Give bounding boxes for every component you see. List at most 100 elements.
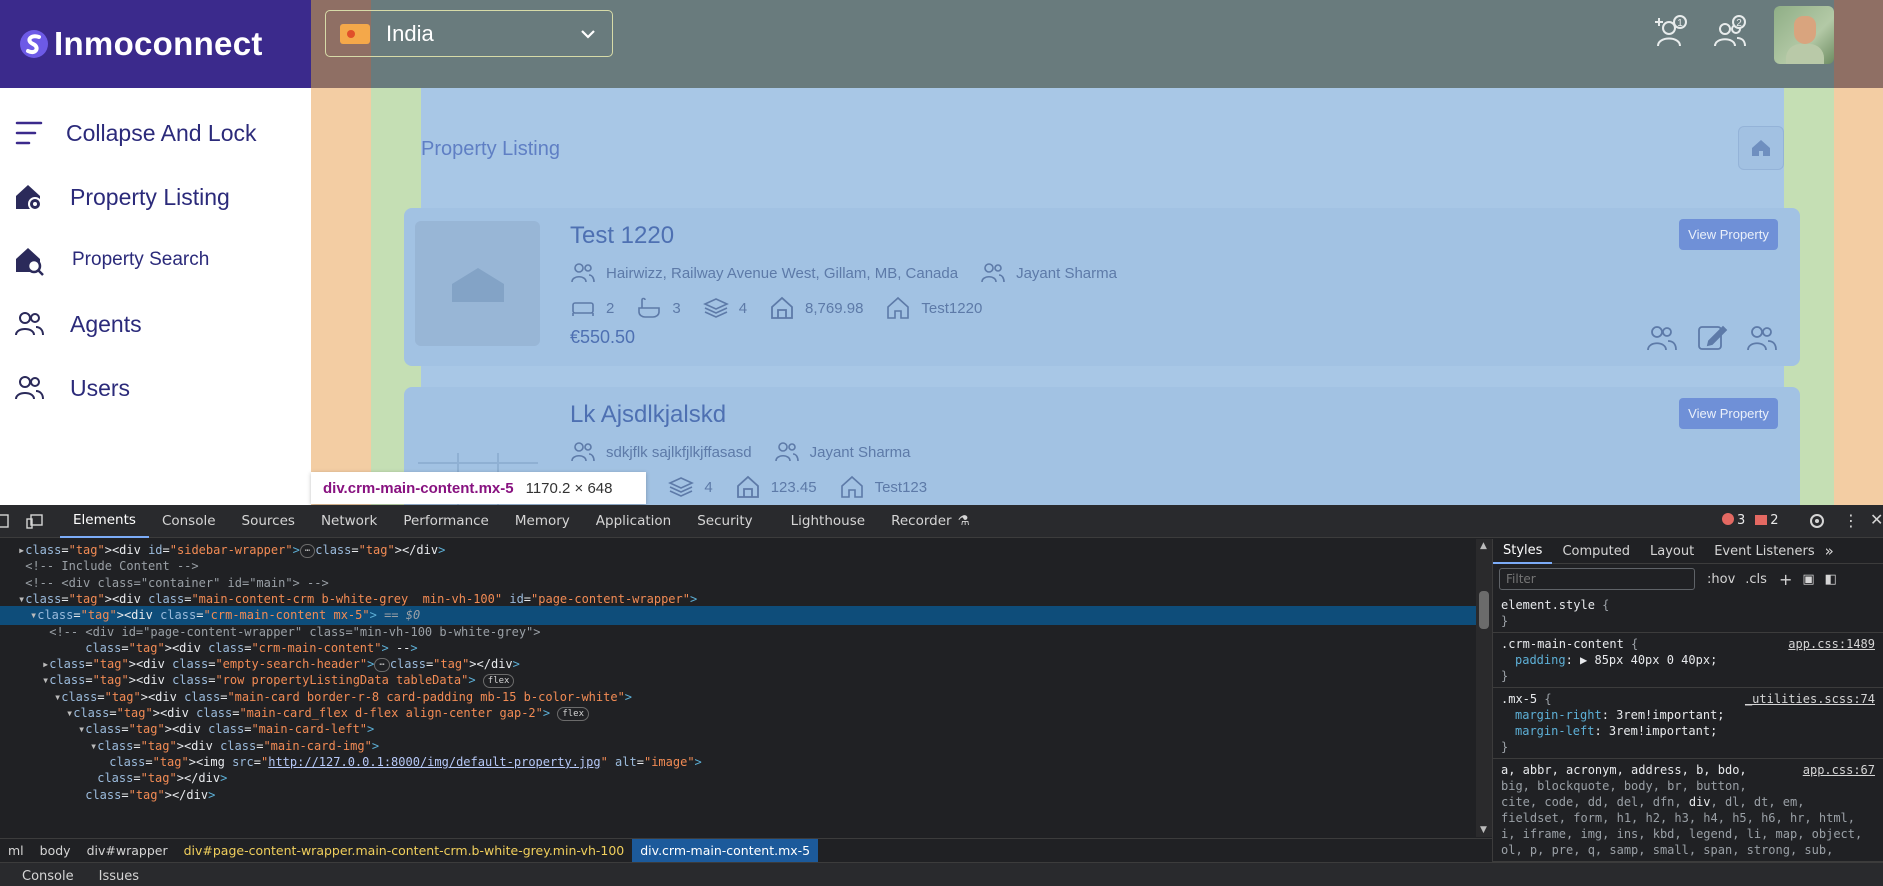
styles-filter-input[interactable] [1499, 568, 1695, 590]
cls-toggle[interactable]: .cls [1745, 572, 1767, 587]
brand-bar: Inmoconnect [0, 0, 311, 88]
property-floors: 4 [704, 478, 713, 496]
tab-recorder[interactable]: Recorder ⚗ [878, 505, 983, 538]
users-icon [571, 442, 595, 462]
house-gear-icon [12, 180, 46, 214]
breadcrumb-item[interactable]: ml [0, 839, 32, 863]
view-property-button[interactable]: View Property [1679, 398, 1778, 429]
hov-toggle[interactable]: :hov [1707, 572, 1735, 587]
house-placeholder-icon [451, 267, 504, 302]
tab-elements[interactable]: Elements [60, 505, 149, 538]
dom-tree: ▸class="tag"><div id="sidebar-wrapper"> ⋯… [0, 539, 1476, 837]
tab-memory[interactable]: Memory [502, 505, 583, 538]
close-icon[interactable]: ✕ [1870, 510, 1883, 529]
devtools-tab-bar: Elements Console Sources Network Perform… [0, 505, 1883, 538]
drawer-tab-console[interactable]: Console [0, 869, 85, 886]
tab-event-listeners[interactable]: Event Listeners [1704, 539, 1824, 564]
home-button[interactable] [1738, 126, 1784, 170]
tab-layout[interactable]: Layout [1640, 539, 1704, 564]
edit-icon[interactable] [1696, 322, 1728, 354]
tab-lighthouse[interactable]: Lighthouse [778, 505, 878, 538]
rule-source-link: _utilities.scss:74 [1744, 692, 1875, 706]
home-outline-icon [887, 296, 910, 319]
sidebar-item-users[interactable]: Users [0, 371, 130, 405]
settings-gear-icon[interactable] [1808, 512, 1826, 530]
dom-scrollbar[interactable]: ▲ ▼ [1476, 539, 1492, 837]
property-beds: 2 [606, 299, 615, 317]
bath-icon [638, 297, 661, 318]
add-user-badge: 1 [1677, 18, 1683, 29]
tab-sources[interactable]: Sources [229, 505, 308, 538]
agent-icon [981, 263, 1005, 283]
error-count: 3 [1722, 513, 1745, 528]
sidebar-item-label: Property Search [72, 249, 210, 270]
paint-icon[interactable]: ▣ [1802, 572, 1814, 587]
property-title: Lk Ajsdlkjalskd [570, 401, 727, 428]
tab-application[interactable]: Application [583, 505, 684, 538]
home-outline-icon [840, 475, 863, 498]
breadcrumb-item-selected[interactable]: div.crm-main-content.mx-5 [632, 838, 819, 863]
add-user-icon[interactable]: 1 [1652, 14, 1688, 50]
sidebar-item-collapse-lock[interactable]: Collapse And Lock [0, 116, 257, 150]
property-baths: 3 [672, 299, 681, 317]
device-toolbar-icon[interactable] [26, 512, 44, 530]
sidebar-toggle-icon[interactable]: ◧ [1825, 572, 1837, 587]
breadcrumb-item[interactable]: div#page-content-wrapper.main-content-cr… [176, 839, 633, 863]
highlight-margin-left [311, 88, 371, 505]
styles-pane: Styles Computed Layout Event Listeners »… [1492, 539, 1883, 862]
users-badge: 2 [1736, 18, 1742, 29]
country-select[interactable]: India [325, 10, 613, 57]
property-stats-row: 3 4 123.45 Test123 [638, 474, 927, 500]
new-rule-icon[interactable]: + [1779, 570, 1792, 589]
property-area: 8,769.98 [805, 299, 864, 317]
sidebar-item-label: Property Listing [70, 183, 230, 210]
house-search-icon [12, 243, 46, 277]
assign-users-icon[interactable] [1646, 322, 1678, 354]
more-tabs-icon[interactable]: » [1825, 542, 1834, 560]
users-icon[interactable] [1746, 322, 1778, 354]
more-options-icon[interactable]: ⋮ [1843, 511, 1859, 530]
sidebar-item-property-listing[interactable]: Property Listing [0, 180, 230, 214]
styles-filter-row: :hov .cls + ▣ ◧ [1493, 564, 1883, 594]
tooltip-selector: div.crm-main-content.mx-5 [323, 479, 514, 497]
dom-breadcrumb: ml body div#wrapper div#page-content-wra… [0, 838, 1492, 863]
css-rule[interactable]: a, abbr, acronym, address, b, bdo, app.cs… [1493, 759, 1883, 862]
users-notification-icon[interactable]: 2 [1712, 14, 1748, 50]
tab-performance[interactable]: Performance [390, 505, 502, 538]
css-rule[interactable]: .mx-5 {_utilities.scss:74 margin-right: 3… [1493, 688, 1883, 759]
property-price: €550.50 [570, 327, 636, 347]
sidebar-item-property-search[interactable]: Property Search [0, 243, 209, 277]
breadcrumb-item[interactable]: body [32, 839, 79, 863]
tab-network[interactable]: Network [308, 505, 390, 538]
inspect-element-icon[interactable] [0, 512, 18, 530]
users-icon [571, 263, 595, 283]
view-property-button[interactable]: View Property [1679, 219, 1778, 250]
layers-icon [702, 298, 729, 318]
tab-security[interactable]: Security [684, 505, 765, 538]
scroll-up-icon[interactable]: ▲ [1480, 541, 1487, 551]
tab-console[interactable]: Console [149, 505, 229, 538]
property-address-row: sdkjflk sajlkfjlkjffasasd Jayant Sharma [570, 439, 911, 465]
webpage: Inmoconnect Collapse And Lock Property L… [0, 0, 1883, 505]
drawer-tab-issues[interactable]: Issues [85, 869, 150, 886]
users-icon [12, 371, 46, 405]
css-rule[interactable]: element.style {} [1493, 594, 1883, 633]
sidebar-item-label: Users [70, 374, 131, 401]
scrollbar-thumb[interactable] [1479, 591, 1489, 629]
area-icon [736, 475, 759, 498]
css-rule[interactable]: .crm-main-content {app.css:1489 padding: … [1493, 633, 1883, 688]
users-icon [12, 307, 46, 341]
scroll-down-icon[interactable]: ▼ [1480, 825, 1487, 835]
dom-node-line[interactable]: class="tag"></div> [0, 786, 1476, 805]
issue-count: 2 [1755, 513, 1779, 528]
tab-styles[interactable]: Styles [1493, 539, 1553, 564]
rule-source-link: app.css:67 [1802, 763, 1875, 777]
tab-computed[interactable]: Computed [1552, 539, 1640, 564]
chevron-down-icon [581, 29, 595, 39]
property-image [415, 221, 540, 346]
property-ref: Test1220 [921, 299, 983, 317]
breadcrumb-item[interactable]: div#wrapper [79, 839, 176, 863]
sidebar-item-agents[interactable]: Agents [0, 307, 142, 341]
user-avatar[interactable] [1774, 6, 1834, 64]
error-counters[interactable]: 3 2 [1722, 513, 1779, 528]
